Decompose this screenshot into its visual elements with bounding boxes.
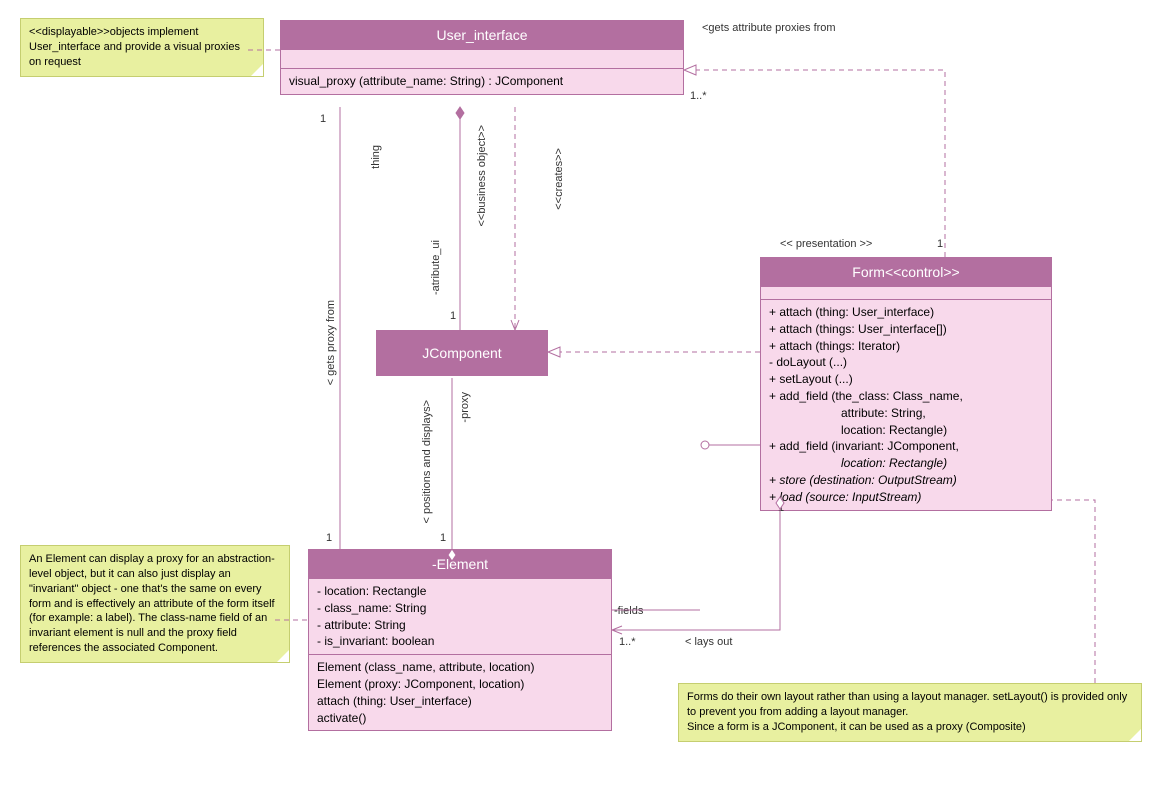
attr: - class_name: String	[317, 600, 603, 617]
note-text: Forms do their own layout rather than us…	[687, 691, 1127, 733]
label-one-elem: 1	[326, 532, 332, 544]
label-creates: <<creates>>	[553, 148, 565, 210]
note-text: An Element can display a proxy for an ab…	[29, 553, 275, 654]
class-title: JComponent	[377, 331, 547, 375]
label-presentation: << presentation >>	[780, 238, 872, 250]
operation: + setLayout (...)	[769, 371, 1043, 388]
operation: + store (destination: OutputStream)	[769, 472, 1043, 489]
label-one-elem-top: 1	[440, 532, 446, 544]
label-gets-attr-proxies: <gets attribute proxies from	[702, 22, 882, 34]
label-one-form-bottom: 1	[778, 502, 784, 514]
attr: - attribute: String	[317, 617, 603, 634]
label-one-jc: 1	[450, 310, 456, 322]
operation-cont: location: Rectangle)	[769, 455, 1043, 472]
operation: visual_proxy (attribute_name: String) : …	[289, 73, 675, 90]
operation: + attach (thing: User_interface)	[769, 304, 1043, 321]
operation: activate()	[317, 710, 603, 727]
op-section: + attach (thing: User_interface) + attac…	[761, 299, 1051, 510]
operation: - doLayout (...)	[769, 354, 1043, 371]
class-title: Form<<control>>	[761, 258, 1051, 286]
class-form: Form<<control>> + attach (thing: User_in…	[760, 257, 1052, 511]
label-gets-proxy-from: < gets proxy from	[325, 300, 337, 385]
attr: - location: Rectangle	[317, 583, 603, 600]
operation: + attach (things: User_interface[])	[769, 321, 1043, 338]
label-atribute-ui: -atribute_ui	[430, 240, 442, 295]
label-one-star-fields: 1..*	[619, 636, 636, 648]
class-user-interface: User_interface visual_proxy (attribute_n…	[280, 20, 684, 95]
label-one-star: 1..*	[690, 90, 707, 102]
label-one-form: 1	[937, 238, 943, 250]
operation-cont: attribute: String,	[769, 405, 1043, 422]
operation: Element (proxy: JComponent, location)	[317, 676, 603, 693]
operation: + add_field (invariant: JComponent,	[769, 438, 1043, 455]
class-title: -Element	[309, 550, 611, 578]
class-jcomponent: JComponent	[376, 330, 548, 376]
operation: attach (thing: User_interface)	[317, 693, 603, 710]
note-element: An Element can display a proxy for an ab…	[20, 545, 290, 663]
op-section: Element (class_name, attribute, location…	[309, 654, 611, 730]
label-proxy: -proxy	[459, 392, 471, 423]
operation: + add_field (the_class: Class_name,	[769, 388, 1043, 405]
label-positions-displays: < positions and displays>	[421, 400, 433, 524]
label-one: 1	[320, 113, 326, 125]
op-section: visual_proxy (attribute_name: String) : …	[281, 68, 683, 94]
class-title: User_interface	[281, 21, 683, 49]
attr: - is_invariant: boolean	[317, 633, 603, 650]
operation-cont: location: Rectangle)	[769, 422, 1043, 439]
label-business-object: <<business object>>	[476, 125, 488, 227]
label-thing: thing	[370, 145, 382, 169]
operation: + load (source: InputStream)	[769, 489, 1043, 506]
operation: Element (class_name, attribute, location…	[317, 659, 603, 676]
class-element: -Element - location: Rectangle - class_n…	[308, 549, 612, 731]
attr-section: - location: Rectangle - class_name: Stri…	[309, 578, 611, 654]
note-text: <<displayable>>objects implement User_in…	[29, 26, 240, 68]
label-fields: -fields	[614, 605, 643, 617]
label-lays-out: < lays out	[685, 636, 732, 648]
note-form: Forms do their own layout rather than us…	[678, 683, 1142, 742]
operation: + attach (things: Iterator)	[769, 338, 1043, 355]
attr-section	[761, 286, 1051, 299]
note-displayable: <<displayable>>objects implement User_in…	[20, 18, 264, 77]
attr-section	[281, 49, 683, 68]
